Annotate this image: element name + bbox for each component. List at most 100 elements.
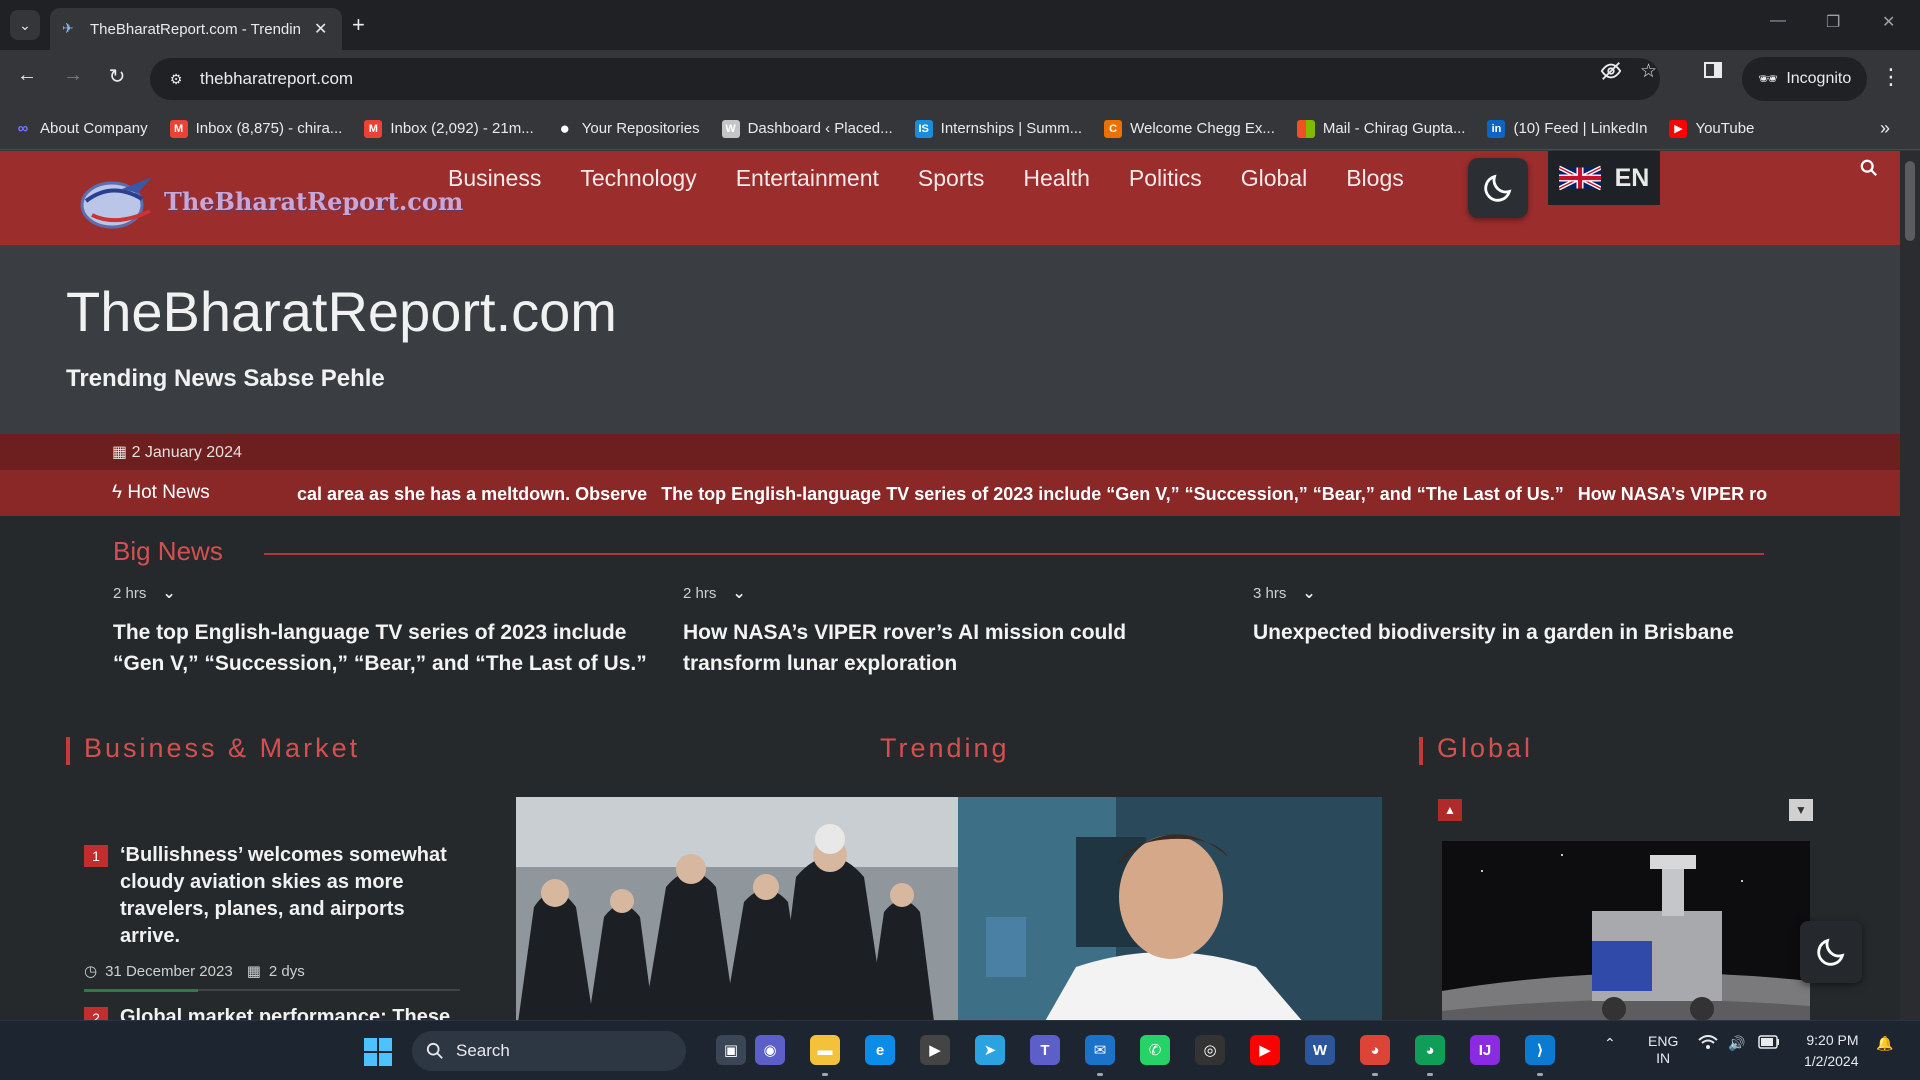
task-view-icon[interactable]: ▣	[716, 1035, 746, 1065]
side-panel-icon[interactable]	[1703, 60, 1723, 86]
news-time: 2 hrs ⌄	[113, 583, 653, 603]
nav-item-business[interactable]: Business	[448, 165, 541, 192]
tracking-protection-icon[interactable]	[1600, 60, 1622, 88]
page-scrollbar[interactable]	[1900, 151, 1920, 1020]
slider-up-button[interactable]: ▲	[1438, 799, 1462, 821]
bookmark-item[interactable]: ▶ YouTube	[1669, 119, 1754, 138]
nav-item-politics[interactable]: Politics	[1129, 165, 1202, 192]
chevron-down-icon[interactable]: ⌄	[1302, 583, 1315, 603]
telegram-icon[interactable]: ➤	[975, 1035, 1005, 1065]
bookmark-star-icon[interactable]: ☆	[1640, 60, 1657, 83]
bookmark-item[interactable]: M Inbox (2,092) - 21m...	[364, 119, 534, 138]
news-headline[interactable]: The top English-language TV series of 20…	[113, 617, 653, 679]
url-text[interactable]: thebharatreport.com	[200, 69, 353, 89]
bookmark-item[interactable]: IS Internships | Summ...	[914, 119, 1082, 138]
start-button[interactable]	[364, 1038, 392, 1071]
bookmark-label: Mail - Chirag Gupta...	[1322, 120, 1466, 137]
forward-button[interactable]: →	[58, 64, 88, 87]
new-tab-button[interactable]: +	[352, 12, 365, 38]
word-icon[interactable]: W	[1305, 1035, 1335, 1065]
bookmark-item[interactable]: in (10) Feed | LinkedIn	[1487, 119, 1647, 138]
whatsapp-icon[interactable]: ✆	[1140, 1035, 1170, 1065]
slider-down-button[interactable]: ▼	[1789, 799, 1813, 821]
floating-dark-mode-toggle[interactable]	[1800, 921, 1862, 983]
news-age: 2 hrs	[113, 584, 147, 602]
item-age: 2 dys	[268, 962, 305, 980]
wifi-icon[interactable]	[1698, 1035, 1718, 1054]
volume-icon[interactable]: 🔊	[1728, 1035, 1745, 1052]
nav-item-blogs[interactable]: Blogs	[1346, 165, 1404, 192]
business-list-item[interactable]: 1 ‘Bullishness’ welcomes somewhat cloudy …	[84, 842, 464, 980]
browser-tabstrip: ⌄ ✈ TheBharatReport.com - Trendin ✕ + — …	[0, 0, 1920, 50]
news-headline[interactable]: Unexpected biodiversity in a garden in B…	[1253, 617, 1793, 648]
outlook-icon[interactable]: ✉	[1085, 1035, 1115, 1065]
bookmark-item[interactable]: ● Your Repositories	[556, 119, 700, 138]
item-headline[interactable]: ‘Bullishness’ welcomes somewhat cloudy a…	[120, 842, 464, 950]
nav-item-health[interactable]: Health	[1023, 165, 1089, 192]
divider-accent	[84, 989, 198, 992]
site-info-icon[interactable]: ⚙	[164, 67, 188, 91]
nav-item-global[interactable]: Global	[1241, 165, 1307, 192]
chevron-down-icon[interactable]: ⌄	[732, 583, 745, 603]
obs-icon[interactable]: ◎	[1195, 1035, 1225, 1065]
chevron-down-icon[interactable]: ⌄	[162, 583, 175, 603]
big-news-card[interactable]: 2 hrs ⌄ How NASA’s VIPER rover’s AI missio…	[683, 583, 1223, 679]
intellij-icon[interactable]: IJ	[1470, 1035, 1500, 1065]
news-ticker[interactable]: cal area as she has a meltdown. Observe T…	[297, 484, 1767, 505]
nav-item-technology[interactable]: Technology	[580, 165, 696, 192]
bookmark-item[interactable]: C Welcome Chegg Ex...	[1104, 119, 1275, 138]
running-indicator	[822, 1073, 828, 1076]
gmail-icon: M	[364, 119, 383, 138]
youtube-icon[interactable]: ▶	[1250, 1035, 1280, 1065]
nav-item-entertainment[interactable]: Entertainment	[736, 165, 879, 192]
trending-image[interactable]	[516, 797, 1382, 1020]
chrome-incognito-icon[interactable]: ◕	[1415, 1035, 1445, 1065]
news-headline[interactable]: How NASA’s VIPER rover’s AI mission coul…	[683, 617, 1223, 679]
tray-overflow-icon[interactable]: ⌃	[1604, 1035, 1616, 1052]
input-language[interactable]: ENG IN	[1648, 1033, 1678, 1067]
bookmark-item[interactable]: ∞ About Company	[14, 120, 148, 138]
teams-icon[interactable]: T	[1030, 1035, 1060, 1065]
dark-mode-toggle[interactable]	[1468, 158, 1528, 218]
vscode-icon[interactable]: ⟩	[1525, 1035, 1555, 1065]
language-switcher[interactable]: EN	[1548, 151, 1660, 205]
incognito-icon: 🕶	[1758, 71, 1779, 88]
reload-button[interactable]: ↻	[102, 64, 132, 89]
file-explorer-icon[interactable]: ▬	[810, 1035, 840, 1065]
taskbar-search[interactable]: Search	[412, 1031, 686, 1071]
big-news-card[interactable]: 2 hrs ⌄ The top English-language TV series…	[113, 583, 653, 679]
bookmark-item[interactable]: M Inbox (8,875) - chira...	[169, 119, 342, 138]
nav-item-sports[interactable]: Sports	[918, 165, 984, 192]
site-logo[interactable]: TheBharatReport.com	[72, 171, 463, 231]
linkedin-icon: in	[1487, 119, 1506, 138]
ticker-item[interactable]: The top English-language TV series of 20…	[661, 484, 1564, 504]
ticker-item[interactable]: How NASA’s VIPER rover’s AI mission coul	[1578, 484, 1767, 504]
browser-menu-icon[interactable]: ⋮	[1880, 64, 1902, 90]
item-headline[interactable]: Global market performance: These	[120, 1004, 464, 1020]
system-clock[interactable]: 9:20 PM 1/2/2024	[1804, 1030, 1859, 1072]
scrollbar-thumb[interactable]	[1905, 161, 1915, 241]
tab-search-button[interactable]: ⌄	[10, 10, 40, 40]
back-button[interactable]: ←	[12, 64, 42, 87]
close-icon[interactable]: ✕	[314, 19, 327, 39]
notifications-icon[interactable]: 🔔	[1876, 1035, 1893, 1052]
ticker-item[interactable]: cal area as she has a meltdown. Observe	[297, 484, 647, 504]
bookmark-item[interactable]: W Dashboard ‹ Placed...	[721, 119, 893, 138]
site-search-icon[interactable]	[1860, 159, 1878, 182]
restore-icon[interactable]: ❐	[1826, 12, 1840, 32]
media-player-icon[interactable]: ▶	[920, 1035, 950, 1065]
browser-tab-active[interactable]: ✈ TheBharatReport.com - Trendin ✕	[50, 8, 342, 50]
address-bar[interactable]: ⚙ thebharatreport.com	[150, 58, 1660, 100]
big-news-card[interactable]: 3 hrs ⌄ Unexpected biodiversity in a garde…	[1253, 583, 1793, 648]
minimize-icon[interactable]: —	[1770, 12, 1786, 30]
incognito-badge[interactable]: 🕶 Incognito	[1742, 57, 1868, 101]
battery-icon[interactable]	[1758, 1035, 1780, 1052]
business-list-item[interactable]: 2 Global market performance: These	[84, 1004, 464, 1020]
bookmark-item[interactable]: Mail - Chirag Gupta...	[1296, 119, 1466, 138]
bookmarks-overflow-icon[interactable]: »	[1880, 118, 1890, 139]
chrome-icon[interactable]: ◕	[1360, 1035, 1390, 1065]
global-news-image[interactable]	[1442, 841, 1810, 1020]
edge-icon[interactable]: e	[865, 1035, 895, 1065]
meet-icon[interactable]: ◉	[755, 1035, 785, 1065]
close-window-icon[interactable]: ✕	[1882, 12, 1895, 32]
